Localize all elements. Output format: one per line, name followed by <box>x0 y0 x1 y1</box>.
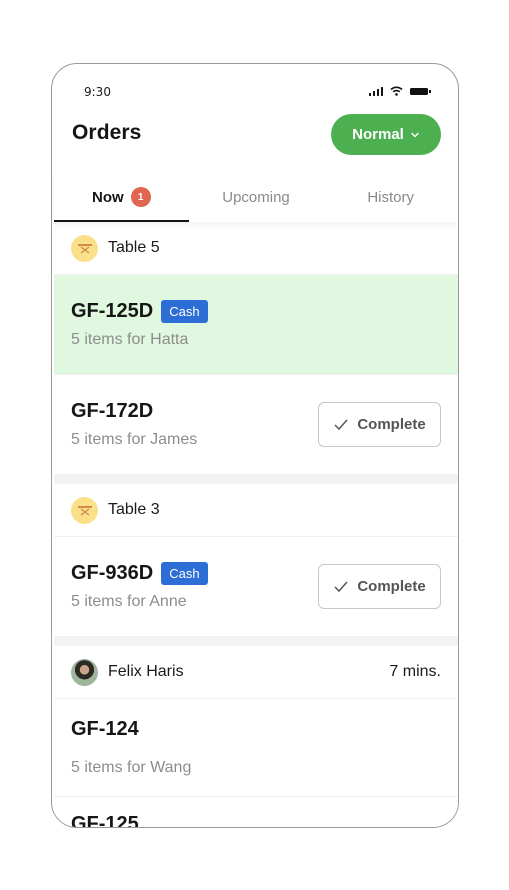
avatar <box>71 658 98 686</box>
status-time: 9:30 <box>84 85 111 99</box>
order-item[interactable]: GF-124 5 items for Wang <box>54 699 458 797</box>
checkmark-icon <box>334 581 348 592</box>
wifi-icon <box>390 86 403 96</box>
order-tabs: Now 1 Upcoming History <box>54 172 458 222</box>
table-icon <box>71 234 98 262</box>
tab-label: History <box>367 188 415 206</box>
complete-button[interactable]: Complete <box>318 402 441 447</box>
phone-frame: 9:30 Orders Normal Now 1 Upcoming Histor… <box>51 63 459 828</box>
chevron-down-icon <box>411 132 419 137</box>
group-header: Felix Haris 7 mins. <box>54 646 458 699</box>
complete-label: Complete <box>357 578 426 595</box>
order-list: Table 5 GF-125D Cash 5 items for Hatta G… <box>54 222 458 828</box>
mode-dropdown-button[interactable]: Normal <box>331 114 441 155</box>
order-item[interactable]: GF-125D Cash 5 items for Hatta <box>54 275 458 375</box>
group-label: Table 3 <box>108 501 160 518</box>
elapsed-time: 7 mins. <box>389 663 441 680</box>
tab-upcoming[interactable]: Upcoming <box>189 172 324 222</box>
mode-label: Normal <box>352 126 404 143</box>
header: Orders Normal <box>52 112 458 160</box>
order-subtitle: 5 items for Wang <box>71 759 192 776</box>
page-title: Orders <box>72 121 142 144</box>
order-subtitle: 5 items for Hatta <box>71 331 189 348</box>
order-subtitle: 5 items for Anne <box>71 593 187 610</box>
complete-button[interactable]: Complete <box>318 564 441 609</box>
group-header: Table 3 <box>54 484 458 537</box>
order-subtitle: 5 items for James <box>71 431 198 448</box>
section-divider <box>54 475 458 484</box>
tab-now[interactable]: Now 1 <box>54 172 189 222</box>
cellular-signal-icon <box>368 86 383 96</box>
status-bar: 9:30 <box>52 64 458 114</box>
order-item[interactable]: GF-936D Cash 5 items for Anne Complete <box>54 537 458 637</box>
group-label: Felix Haris <box>108 663 184 680</box>
order-id: GF-172D <box>71 400 154 422</box>
checkmark-icon <box>334 419 348 430</box>
tab-label: Upcoming <box>222 188 290 206</box>
order-id: GF-125D <box>71 300 154 322</box>
group-label: Table 5 <box>108 239 160 256</box>
status-icons <box>368 86 431 96</box>
tab-history[interactable]: History <box>323 172 458 222</box>
tab-label: Now <box>92 188 124 206</box>
payment-tag: Cash <box>161 562 208 585</box>
section-divider <box>54 637 458 646</box>
order-item[interactable]: GF-172D 5 items for James Complete <box>54 375 458 475</box>
order-id: GF-125 <box>71 813 139 828</box>
group-header: Table 5 <box>54 222 458 275</box>
order-item[interactable]: GF-125 <box>54 797 458 828</box>
table-icon <box>71 496 98 524</box>
payment-tag: Cash <box>161 300 208 323</box>
order-id: GF-124 <box>71 718 139 740</box>
complete-label: Complete <box>357 416 426 433</box>
order-id: GF-936D <box>71 562 154 584</box>
count-badge: 1 <box>130 187 151 207</box>
battery-icon <box>410 87 431 95</box>
